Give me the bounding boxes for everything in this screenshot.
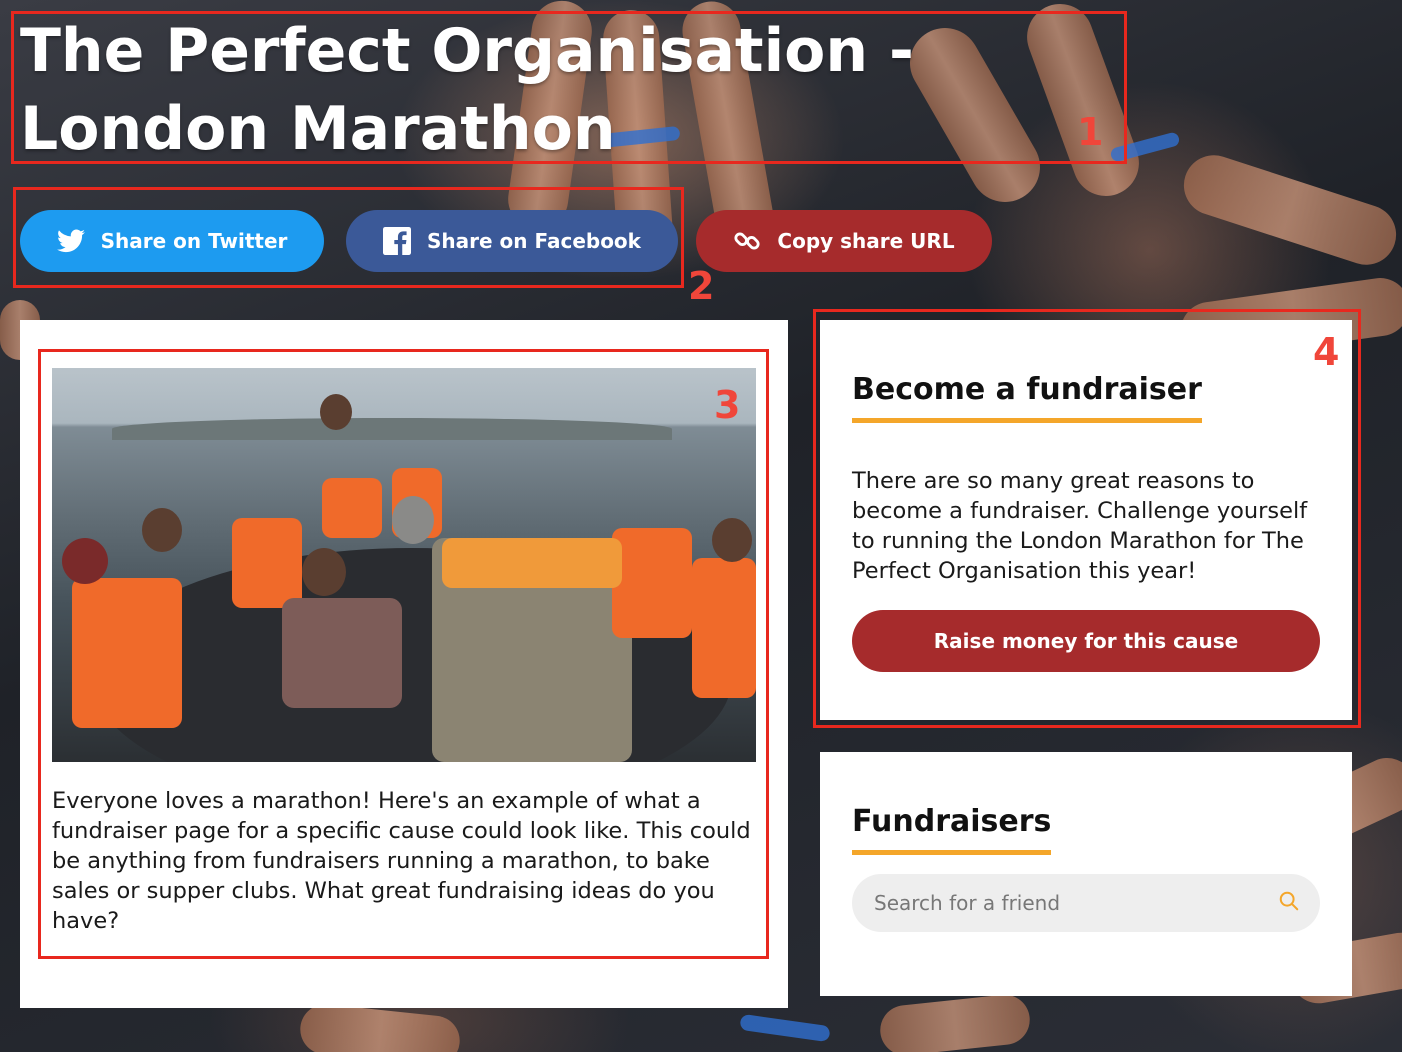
become-fundraiser-text: There are so many great reasons to becom… [852,468,1308,584]
story-text: Everyone loves a marathon! Here's an exa… [52,788,751,934]
twitter-icon [56,229,85,253]
share-facebook-label: Share on Facebook [427,229,641,253]
share-twitter-button[interactable]: Share on Twitter [20,210,324,272]
copy-share-url-button[interactable]: Copy share URL [696,210,992,272]
facebook-icon [383,227,411,255]
story-photo [52,368,756,762]
annotation-label-4: 4 [1313,330,1340,374]
raise-money-button[interactable]: Raise money for this cause [852,610,1320,672]
search-icon[interactable] [1278,890,1300,916]
page-title: The Perfect Organisation - London Marath… [20,16,914,164]
link-icon [733,227,761,255]
copy-share-url-label: Copy share URL [777,229,955,253]
fundraisers-heading: Fundraisers [852,802,1052,855]
annotation-label-2: 2 [688,264,715,308]
friend-search[interactable] [852,874,1320,932]
become-fundraiser-heading: Become a fundraiser [852,370,1202,423]
share-facebook-button[interactable]: Share on Facebook [346,210,678,272]
annotation-label-3: 3 [714,383,741,427]
friend-search-input[interactable] [872,890,1278,916]
annotation-label-1: 1 [1077,110,1104,154]
share-twitter-label: Share on Twitter [100,229,288,253]
